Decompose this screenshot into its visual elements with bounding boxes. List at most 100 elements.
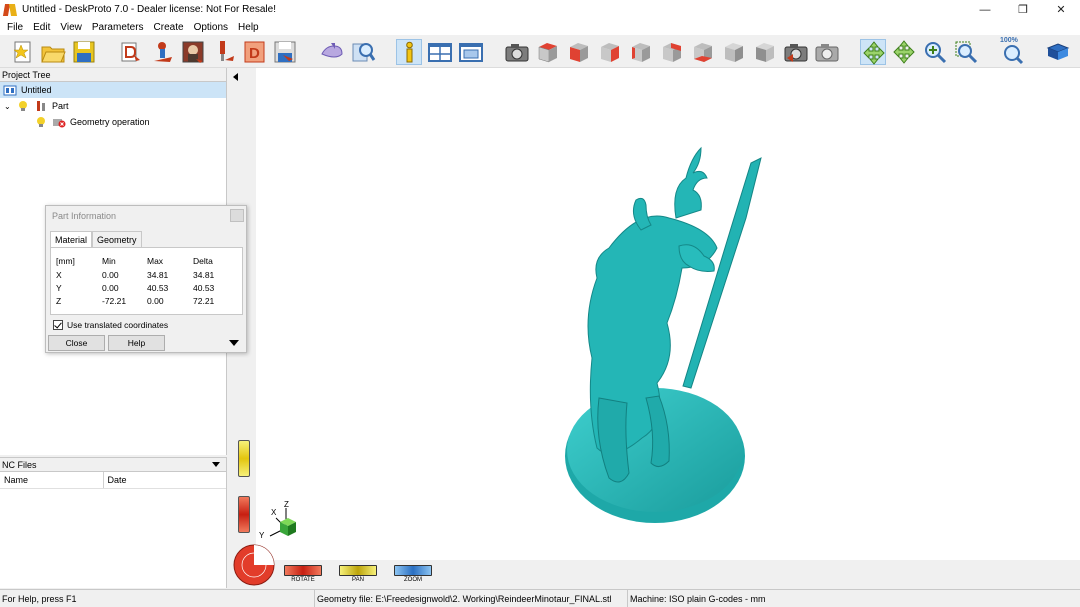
drawing-icon[interactable]: D xyxy=(242,39,268,65)
col-unit: [mm] xyxy=(56,256,75,266)
minimize-button[interactable]: — xyxy=(966,0,1004,19)
window-title: Untitled - DeskProto 7.0 - Dealer licens… xyxy=(22,4,276,15)
restore-button[interactable]: ❐ xyxy=(1004,0,1042,19)
column-name[interactable]: Name xyxy=(0,472,104,488)
geometry-operation-icon xyxy=(52,116,66,128)
nc-files-panel: NC Files Name Date xyxy=(0,457,227,588)
tree-item-part-label: Part xyxy=(52,101,69,111)
nc-files-columns: Name Date xyxy=(0,472,226,489)
axis-x-label: X xyxy=(271,508,277,517)
rotate-icon[interactable] xyxy=(860,39,886,65)
menu-edit[interactable]: Edit xyxy=(28,22,55,33)
save-icon[interactable] xyxy=(71,39,97,65)
zoom-in-icon[interactable] xyxy=(922,39,948,65)
project-tree-header: Project Tree xyxy=(0,68,226,82)
screen-icon[interactable] xyxy=(458,39,484,65)
pan-slider[interactable] xyxy=(238,440,250,477)
status-machine: Machine: ISO plain G-codes - mm xyxy=(627,590,1080,607)
part-tree-icon xyxy=(34,100,48,112)
view-iso2-icon[interactable] xyxy=(752,39,778,65)
window-layout-icon[interactable] xyxy=(427,39,453,65)
chevron-down-icon[interactable]: ⌄ xyxy=(4,102,16,111)
dialog-close-icon[interactable] xyxy=(230,209,244,222)
pan-icon[interactable] xyxy=(891,39,917,65)
help-book-icon[interactable] xyxy=(1045,39,1071,65)
pan-mode-button[interactable] xyxy=(339,565,377,576)
view-bottom-icon[interactable] xyxy=(690,39,716,65)
part-icon[interactable] xyxy=(150,39,176,65)
close-button[interactable]: Close xyxy=(48,335,105,351)
open-icon[interactable] xyxy=(40,39,66,65)
model-render xyxy=(565,146,762,523)
axis-y-label: Y xyxy=(259,531,265,540)
save-nc-icon[interactable] xyxy=(272,39,298,65)
info-icon[interactable] xyxy=(396,39,422,65)
zoom-window-icon[interactable] xyxy=(953,39,979,65)
camera-icon[interactable] xyxy=(504,39,530,65)
collapse-panel-icon[interactable] xyxy=(233,73,238,81)
rotate-dial-icon[interactable] xyxy=(232,543,276,587)
menu-bar: File Edit View Parameters Create Options… xyxy=(0,19,1080,35)
col-min: Min xyxy=(102,256,116,266)
status-help: For Help, press F1 xyxy=(2,594,77,604)
menu-help[interactable]: Help xyxy=(233,22,264,33)
svg-text:D: D xyxy=(249,45,260,62)
tree-item-part[interactable]: ⌄ Part xyxy=(0,98,226,114)
row-max: 40.53 xyxy=(147,283,169,293)
table-row: Z -72.21 0.00 72.21 xyxy=(51,296,244,309)
tree-item-geometry-operation[interactable]: Geometry operation xyxy=(0,114,226,130)
translated-coordinates-option[interactable]: Use translated coordinates xyxy=(53,320,168,330)
rotate-mode-label: ROTATE xyxy=(291,577,315,583)
camera-next-icon[interactable] xyxy=(814,39,840,65)
row-min: 0.00 xyxy=(102,270,119,280)
tab-material[interactable]: Material xyxy=(50,231,93,247)
nc-files-header: NC Files xyxy=(0,458,226,472)
row-delta: 34.81 xyxy=(193,270,215,280)
preview-icon[interactable] xyxy=(350,39,376,65)
lightbulb-icon[interactable] xyxy=(34,116,48,128)
lightbulb-icon[interactable] xyxy=(16,100,30,112)
axis-z-label: Z xyxy=(284,500,289,509)
camera-prev-icon[interactable] xyxy=(783,39,809,65)
row-min: -72.21 xyxy=(102,296,127,306)
row-axis: X xyxy=(56,270,62,280)
translated-coordinates-checkbox[interactable] xyxy=(53,320,63,330)
new-project-icon[interactable] xyxy=(10,39,36,65)
view-iso-icon[interactable] xyxy=(721,39,747,65)
view-top-icon[interactable] xyxy=(535,39,561,65)
tree-item-untitled[interactable]: Untitled xyxy=(0,82,226,98)
row-delta: 40.53 xyxy=(193,283,215,293)
help-button[interactable]: Help xyxy=(108,335,165,351)
simulate-icon[interactable] xyxy=(319,39,345,65)
view-right-icon[interactable] xyxy=(597,39,623,65)
row-max: 0.00 xyxy=(147,296,164,306)
import-geometry-icon[interactable] xyxy=(118,39,144,65)
view-left-icon[interactable] xyxy=(628,39,654,65)
tree-item-untitled-label: Untitled xyxy=(21,85,52,95)
nc-files-title: NC Files xyxy=(2,460,37,470)
menu-create[interactable]: Create xyxy=(149,22,189,33)
table-row: X 0.00 34.81 34.81 xyxy=(51,270,244,283)
view-front-icon[interactable] xyxy=(566,39,592,65)
pan-mode-label: PAN xyxy=(352,577,364,583)
menu-parameters[interactable]: Parameters xyxy=(87,22,149,33)
image-icon[interactable] xyxy=(180,39,206,65)
zoom-100-icon[interactable]: 100% xyxy=(999,37,1025,65)
menu-view[interactable]: View xyxy=(55,22,87,33)
col-max: Max xyxy=(147,256,164,266)
nc-files-dropdown-icon[interactable] xyxy=(212,462,220,467)
column-date[interactable]: Date xyxy=(104,472,226,488)
tab-geometry[interactable]: Geometry xyxy=(92,231,142,247)
3d-viewport[interactable] xyxy=(230,68,1080,588)
translated-coordinates-label: Use translated coordinates xyxy=(67,320,169,330)
rotate-mode-button[interactable] xyxy=(284,565,322,576)
expand-arrow-icon[interactable] xyxy=(229,340,239,346)
zoom-mode-button[interactable] xyxy=(394,565,432,576)
menu-file[interactable]: File xyxy=(2,22,28,33)
rotate-slider[interactable] xyxy=(238,496,250,533)
close-window-button[interactable]: ✕ xyxy=(1042,0,1080,19)
tool-icon[interactable] xyxy=(211,39,237,65)
status-geometry-file: Geometry file: E:\Freedesignwold\2. Work… xyxy=(314,590,627,607)
menu-options[interactable]: Options xyxy=(189,22,233,33)
view-back-icon[interactable] xyxy=(659,39,685,65)
